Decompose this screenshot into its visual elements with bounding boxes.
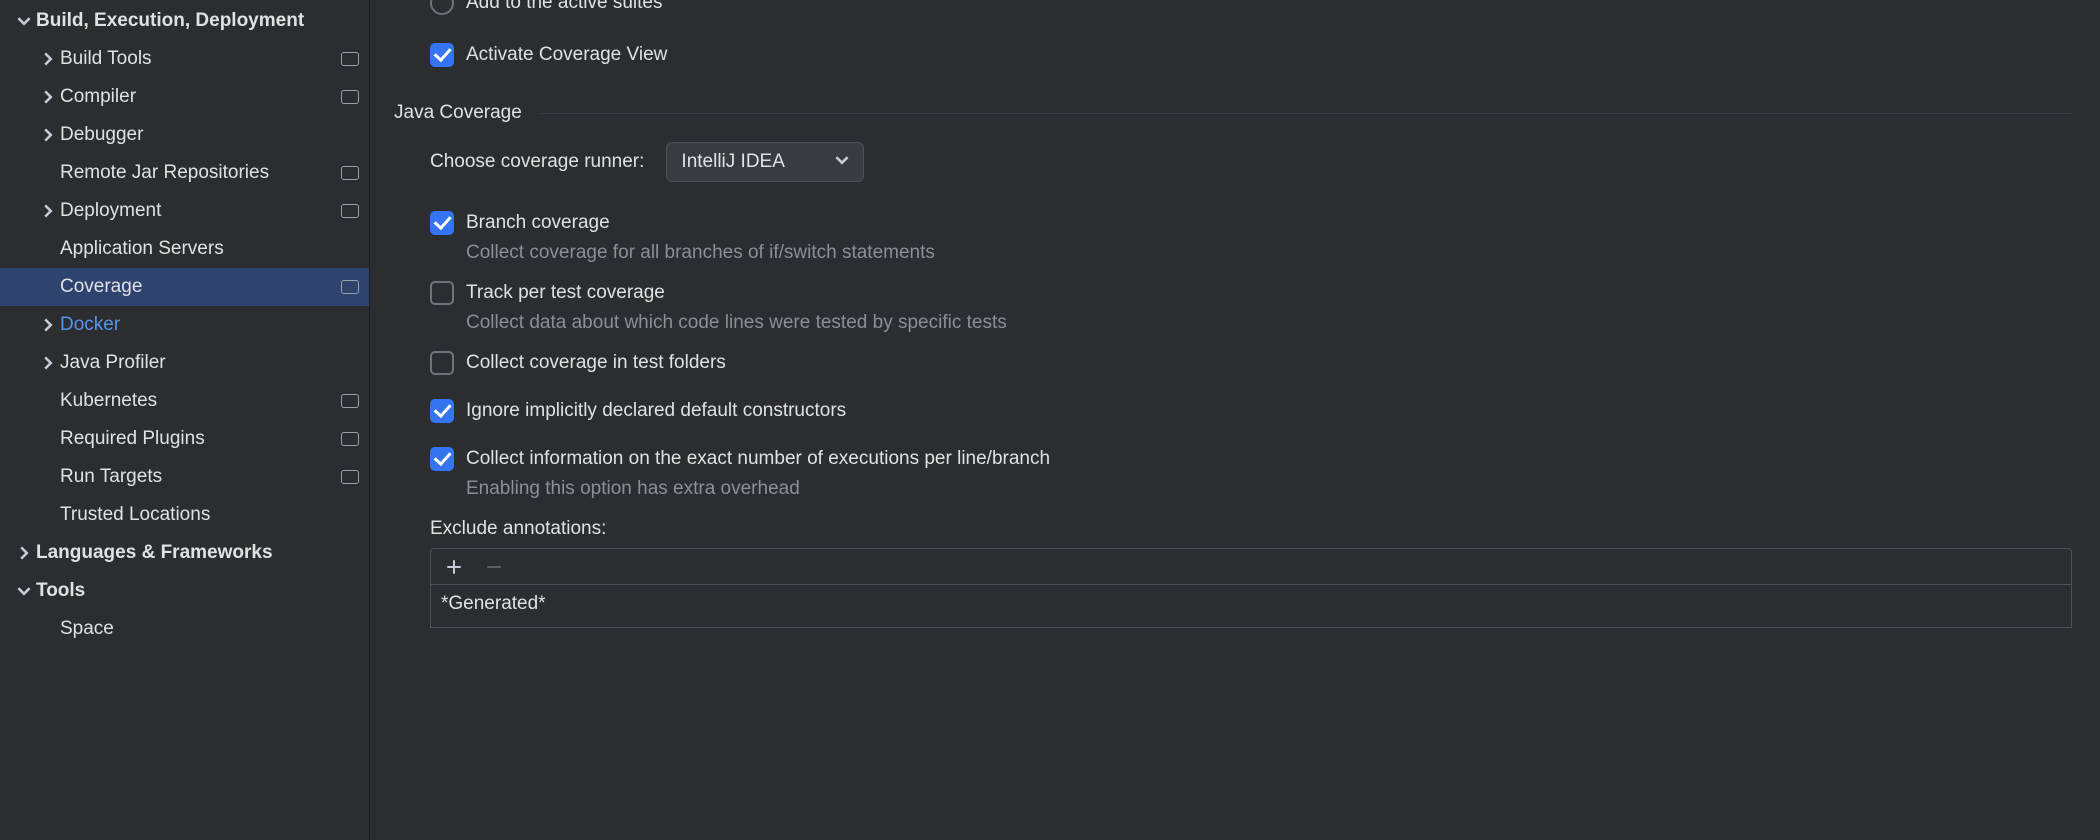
chevron-down-icon — [12, 14, 36, 28]
checkbox-exact-executions[interactable]: Collect information on the exact number … — [430, 440, 2072, 478]
radio-label: Add to the active suites — [466, 0, 662, 14]
runner-label: Choose coverage runner: — [430, 151, 644, 173]
checkbox-label: Track per test coverage — [466, 282, 665, 304]
checkbox-icon — [430, 281, 454, 305]
tree-item-compiler[interactable]: Compiler — [0, 78, 369, 116]
list-toolbar — [431, 549, 2071, 585]
project-scope-icon — [341, 166, 359, 180]
exclude-annotations-label: Exclude annotations: — [430, 518, 2072, 540]
section-title: Java Coverage — [394, 102, 522, 124]
chevron-right-icon — [36, 128, 60, 142]
chevron-right-icon — [36, 204, 60, 218]
checkbox-label: Branch coverage — [466, 212, 610, 234]
add-button[interactable] — [443, 556, 465, 578]
checkbox-label: Collect coverage in test folders — [466, 352, 726, 374]
tree-item-java-profiler[interactable]: Java Profiler — [0, 344, 369, 382]
tree-label: Space — [60, 618, 359, 640]
checkbox-track-per-test[interactable]: Track per test coverage — [430, 274, 2072, 312]
option-description: Enabling this option has extra overhead — [466, 478, 2072, 500]
project-scope-icon — [341, 90, 359, 104]
checkbox-icon — [430, 399, 454, 423]
select-value: IntelliJ IDEA — [681, 151, 784, 173]
tree-label: Kubernetes — [60, 390, 335, 412]
radio-add-active-suites[interactable]: Add to the active suites — [430, 0, 2072, 22]
tree-label: Tools — [36, 580, 359, 602]
radio-icon — [430, 0, 454, 15]
tree-item-trusted-locations[interactable]: Trusted Locations — [0, 496, 369, 534]
tree-label: Trusted Locations — [60, 504, 359, 526]
remove-button[interactable] — [483, 556, 505, 578]
project-scope-icon — [341, 394, 359, 408]
section-java-coverage: Java Coverage — [394, 102, 2072, 124]
tree-label: Build, Execution, Deployment — [36, 10, 359, 32]
option-description: Collect data about which code lines were… — [466, 312, 2072, 334]
tree-item-docker[interactable]: Docker — [0, 306, 369, 344]
tree-label: Java Profiler — [60, 352, 359, 374]
checkbox-icon — [430, 43, 454, 67]
tree-item-build-tools[interactable]: Build Tools — [0, 40, 369, 78]
project-scope-icon — [341, 432, 359, 446]
checkbox-branch-coverage[interactable]: Branch coverage — [430, 204, 2072, 242]
tree-item-required-plugins[interactable]: Required Plugins — [0, 420, 369, 458]
tree-item-debugger[interactable]: Debugger — [0, 116, 369, 154]
coverage-settings-panel: Add to the active suites Activate Covera… — [370, 0, 2100, 840]
checkbox-icon — [430, 447, 454, 471]
chevron-down-icon — [12, 584, 36, 598]
chevron-right-icon — [36, 356, 60, 370]
checkbox-label: Ignore implicitly declared default const… — [466, 400, 846, 422]
chevron-right-icon — [12, 546, 36, 560]
tree-label: Deployment — [60, 200, 335, 222]
tree-label: Languages & Frameworks — [36, 542, 359, 564]
tree-label: Application Servers — [60, 238, 359, 260]
project-scope-icon — [341, 204, 359, 218]
checkbox-label: Collect information on the exact number … — [466, 448, 1050, 470]
checkbox-coverage-in-test-folders[interactable]: Collect coverage in test folders — [430, 344, 2072, 382]
chevron-right-icon — [36, 52, 60, 66]
checkbox-icon — [430, 351, 454, 375]
tree-section-tools[interactable]: Tools — [0, 572, 369, 610]
tree-label: Debugger — [60, 124, 359, 146]
tree-label: Docker — [60, 314, 359, 336]
checkbox-label: Activate Coverage View — [466, 44, 667, 66]
checkbox-icon — [430, 211, 454, 235]
coverage-runner-select[interactable]: IntelliJ IDEA — [666, 142, 864, 182]
tree-label: Compiler — [60, 86, 335, 108]
tree-item-kubernetes[interactable]: Kubernetes — [0, 382, 369, 420]
project-scope-icon — [341, 52, 359, 66]
tree-item-space[interactable]: Space — [0, 610, 369, 648]
tree-label: Remote Jar Repositories — [60, 162, 335, 184]
tree-item-application-servers[interactable]: Application Servers — [0, 230, 369, 268]
settings-tree: Build, Execution, Deployment Build Tools… — [0, 0, 370, 840]
chevron-down-icon — [811, 151, 849, 173]
tree-item-remote-jar-repositories[interactable]: Remote Jar Repositories — [0, 154, 369, 192]
checkbox-ignore-default-constructors[interactable]: Ignore implicitly declared default const… — [430, 392, 2072, 430]
tree-section-languages-frameworks[interactable]: Languages & Frameworks — [0, 534, 369, 572]
tree-label: Coverage — [60, 276, 335, 298]
project-scope-icon — [341, 470, 359, 484]
tree-label: Required Plugins — [60, 428, 335, 450]
divider-line — [540, 113, 2072, 114]
project-scope-icon — [341, 280, 359, 294]
checkbox-activate-coverage-view[interactable]: Activate Coverage View — [430, 36, 2072, 74]
chevron-right-icon — [36, 318, 60, 332]
tree-item-deployment[interactable]: Deployment — [0, 192, 369, 230]
tree-item-coverage[interactable]: Coverage — [0, 268, 369, 306]
option-description: Collect coverage for all branches of if/… — [466, 242, 2072, 264]
exclude-annotations-list: *Generated* — [430, 548, 2072, 628]
tree-section-build-execution-deployment[interactable]: Build, Execution, Deployment — [0, 2, 369, 40]
tree-label: Run Targets — [60, 466, 335, 488]
tree-item-run-targets[interactable]: Run Targets — [0, 458, 369, 496]
tree-label: Build Tools — [60, 48, 335, 70]
chevron-right-icon — [36, 90, 60, 104]
list-item[interactable]: *Generated* — [441, 591, 2061, 617]
